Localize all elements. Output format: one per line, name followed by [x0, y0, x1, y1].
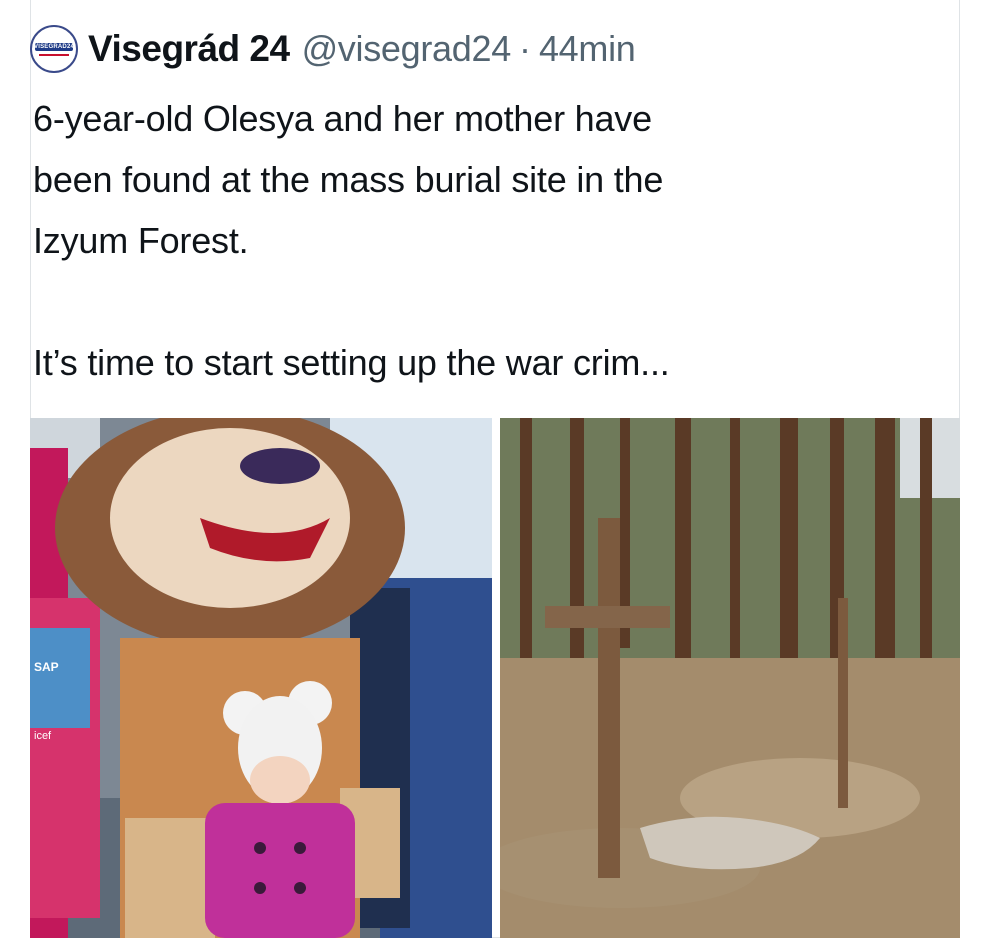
tweet-text: 6-year-old Olesya and her mother have be…: [33, 98, 670, 383]
author-name[interactable]: Visegrád 24: [88, 28, 290, 70]
avatar[interactable]: VISEGRAD24: [30, 25, 78, 73]
sign-fragment: icef: [34, 730, 52, 742]
photo-mass-burial-site[interactable]: [500, 418, 960, 938]
author-handle[interactable]: @visegrad24: [302, 28, 512, 70]
photo-girl-with-mascot-image: [30, 418, 492, 938]
separator-dot: ·: [518, 28, 531, 69]
media-grid: SAP icef: [30, 418, 960, 938]
avatar-logo-text: VISEGRAD24: [34, 43, 75, 50]
visegrad-logo: VISEGRAD24: [34, 42, 75, 51]
tweet-header: VISEGRAD24 Visegrád 24 @visegrad24 · 44m…: [30, 22, 970, 76]
photo-mass-burial-site-image: [500, 418, 960, 938]
photo-girl-with-mascot[interactable]: SAP icef: [30, 418, 492, 938]
logo-underline: [39, 53, 69, 56]
tweet-timestamp[interactable]: 44min: [539, 28, 636, 70]
backpack-label: SAP: [34, 660, 59, 674]
